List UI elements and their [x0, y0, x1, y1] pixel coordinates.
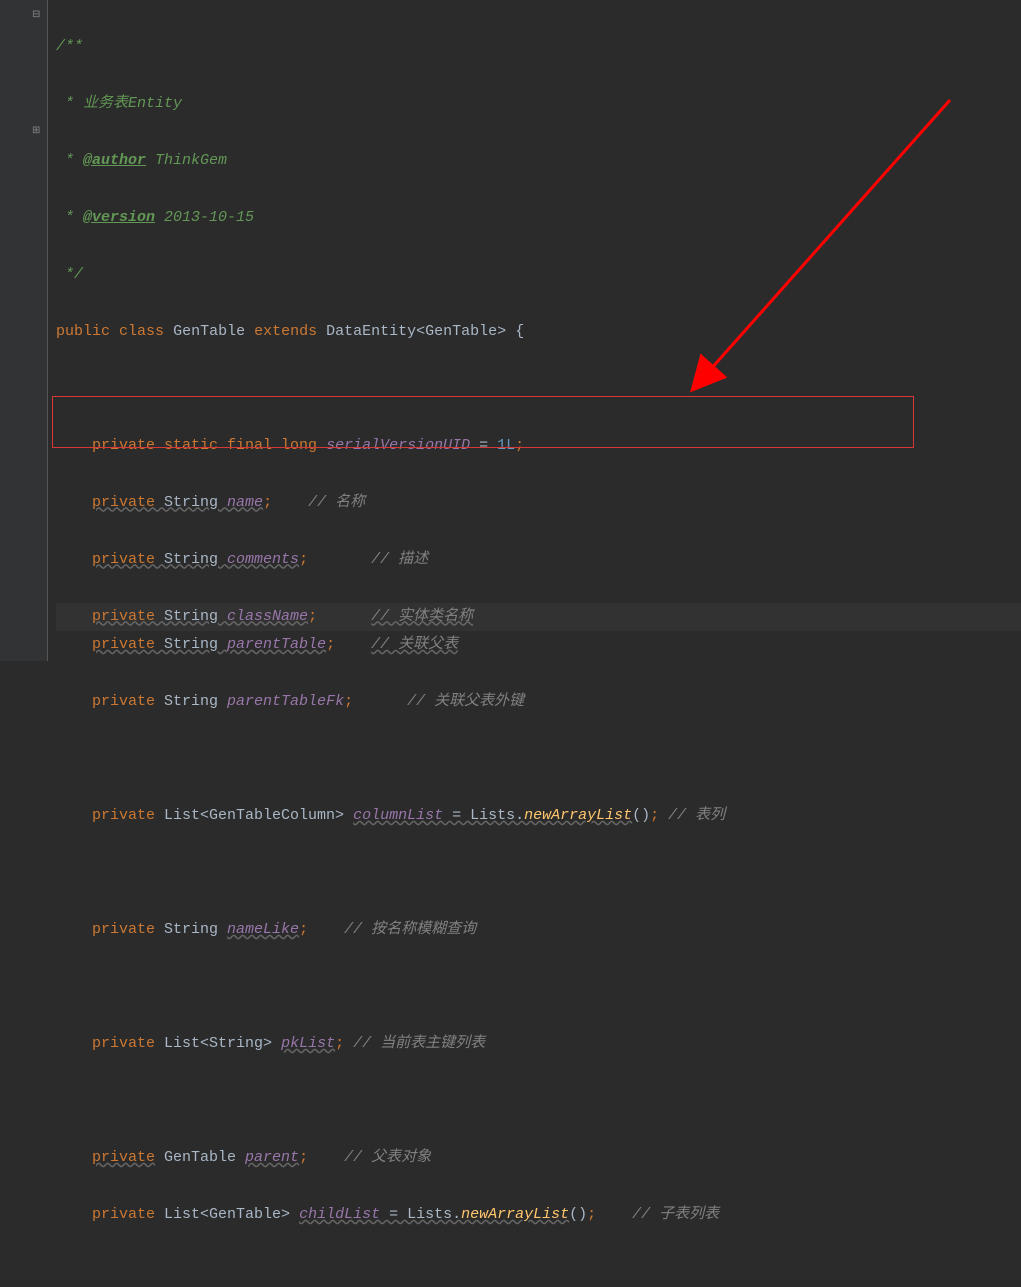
kw-private: private [92, 921, 155, 938]
doc-author-tag: @author [83, 152, 146, 169]
type: String [155, 551, 227, 568]
method: newArrayList [461, 1206, 569, 1223]
type: String [155, 608, 227, 625]
comment: // 关联父表 [371, 636, 458, 653]
gutter: ⊟ ⊞ [0, 0, 48, 661]
kw-private: private [92, 636, 155, 653]
parent-class: DataEntity [326, 323, 416, 340]
kw-extends: extends [254, 323, 317, 340]
doc-comment: * 业务表Entity [56, 95, 182, 112]
comment: // 描述 [371, 551, 428, 568]
doc-author: ThinkGem [146, 152, 227, 169]
type: List<GenTable> [155, 1206, 299, 1223]
kw-private: private [92, 1206, 155, 1223]
kw-modifiers: private static final long [92, 437, 326, 454]
field-classname: className [227, 608, 308, 625]
type: String [155, 693, 227, 710]
type: String [155, 636, 227, 653]
kw-private: private [92, 551, 155, 568]
kw-public: public [56, 323, 110, 340]
comment: // 表列 [659, 807, 725, 824]
code-editor: ⊟ ⊞ /** * 业务表Entity * @author ThinkGem *… [0, 0, 1021, 661]
number: 1L [497, 437, 515, 454]
type: List<String> [155, 1035, 281, 1052]
type: String [155, 494, 227, 511]
generic-type: GenTable [425, 323, 497, 340]
doc-comment: * [56, 152, 83, 169]
field-parent: parent [245, 1149, 299, 1166]
kw-private: private [92, 494, 155, 511]
type: String [155, 921, 227, 938]
fold-icon[interactable]: ⊟ [32, 6, 44, 18]
kw-private: private [92, 807, 155, 824]
comment: // 父表对象 [344, 1149, 431, 1166]
method: newArrayList [524, 807, 632, 824]
doc-version-tag: @version [83, 209, 155, 226]
comment: // 子表列表 [632, 1206, 719, 1223]
kw-private: private [92, 1035, 155, 1052]
comment: // 实体类名称 [371, 608, 473, 625]
doc-comment: /** [56, 38, 83, 55]
field-parenttable: parentTable [227, 636, 326, 653]
field-pklist: pkList [281, 1035, 335, 1052]
kw-class: class [119, 323, 164, 340]
class-name: GenTable [173, 323, 245, 340]
field-serial: serialVersionUID [326, 437, 470, 454]
type: GenTable [155, 1149, 245, 1166]
field-comments: comments [227, 551, 299, 568]
kw-private: private [92, 1149, 155, 1166]
field-name: name [227, 494, 263, 511]
field-childlist: childList [299, 1206, 380, 1223]
comment: // 名称 [308, 494, 365, 511]
comment: // 关联父表外键 [407, 693, 524, 710]
doc-comment: * [56, 209, 83, 226]
kw-private: private [92, 608, 155, 625]
comment: // 按名称模糊查询 [344, 921, 476, 938]
type: List<GenTableColumn> [155, 807, 353, 824]
comment: // 当前表主键列表 [344, 1035, 485, 1052]
fold-icon[interactable]: ⊞ [32, 122, 44, 134]
kw-private: private [92, 693, 155, 710]
brace: { [515, 323, 524, 340]
field-parenttablefk: parentTableFk [227, 693, 344, 710]
doc-comment: */ [56, 266, 83, 283]
doc-version: 2013-10-15 [155, 209, 254, 226]
code-area[interactable]: /** * 业务表Entity * @author ThinkGem * @ve… [48, 0, 1021, 661]
field-columnlist: columnList [353, 807, 443, 824]
field-namelike: nameLike [227, 921, 299, 938]
